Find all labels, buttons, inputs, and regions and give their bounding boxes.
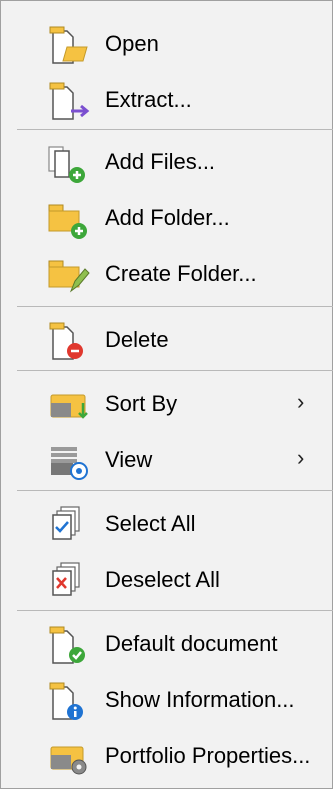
menu-item-label: Show Information... bbox=[105, 687, 295, 712]
show-information-icon bbox=[45, 681, 101, 721]
view-icon bbox=[45, 441, 101, 481]
extract-icon bbox=[45, 81, 101, 121]
menu-item-default-document[interactable]: Default document bbox=[1, 617, 333, 669]
menu-separator bbox=[17, 610, 333, 611]
delete-icon bbox=[45, 321, 101, 361]
menu-item-label: View bbox=[105, 447, 153, 472]
menu-item-label: Create Folder... bbox=[105, 261, 257, 286]
deselect-all-icon bbox=[45, 561, 101, 601]
menu-separator bbox=[17, 306, 333, 307]
menu-item-label: Select All bbox=[105, 511, 196, 536]
menu-item-portfolio-properties[interactable]: Portfolio Properties... bbox=[1, 729, 333, 781]
default-document-icon bbox=[45, 625, 101, 665]
select-all-icon bbox=[45, 505, 101, 545]
menu-separator bbox=[17, 490, 333, 491]
add-files-icon bbox=[45, 143, 101, 183]
portfolio-properties-icon bbox=[45, 737, 101, 777]
menu-separator bbox=[17, 370, 333, 371]
menu-item-add-files[interactable]: Add Files... bbox=[1, 135, 333, 187]
submenu-arrow-icon: › bbox=[297, 445, 305, 470]
menu-item-sort-by[interactable]: Sort By › bbox=[1, 377, 333, 429]
menu-item-select-all[interactable]: Select All bbox=[1, 497, 333, 549]
menu-item-create-folder[interactable]: Create Folder... bbox=[1, 247, 333, 299]
menu-item-delete[interactable]: Delete bbox=[1, 313, 333, 365]
menu-item-open[interactable]: Open bbox=[1, 17, 333, 69]
sort-by-icon bbox=[45, 385, 101, 425]
menu-item-label: Sort By bbox=[105, 391, 178, 416]
context-menu: Open Extract... Add Files... Add Folder.… bbox=[0, 0, 333, 789]
open-folder-icon bbox=[45, 25, 101, 65]
menu-item-view[interactable]: View › bbox=[1, 433, 333, 485]
menu-item-label: Open bbox=[105, 31, 159, 56]
menu-item-label: Default document bbox=[105, 631, 278, 656]
menu-item-label: Portfolio Properties... bbox=[105, 743, 311, 768]
menu-item-label: Add Files... bbox=[105, 149, 216, 174]
create-folder-icon bbox=[45, 255, 101, 295]
menu-item-label: Deselect All bbox=[105, 567, 220, 592]
menu-item-label: Add Folder... bbox=[105, 205, 230, 230]
menu-item-add-folder[interactable]: Add Folder... bbox=[1, 191, 333, 243]
submenu-arrow-icon: › bbox=[297, 389, 305, 414]
menu-item-label: Extract... bbox=[105, 87, 192, 112]
menu-item-show-information[interactable]: Show Information... bbox=[1, 673, 333, 725]
add-folder-icon bbox=[45, 199, 101, 239]
menu-separator bbox=[17, 129, 333, 130]
menu-item-label: Delete bbox=[105, 327, 169, 352]
menu-item-deselect-all[interactable]: Deselect All bbox=[1, 553, 333, 605]
menu-item-extract[interactable]: Extract... bbox=[1, 73, 333, 125]
